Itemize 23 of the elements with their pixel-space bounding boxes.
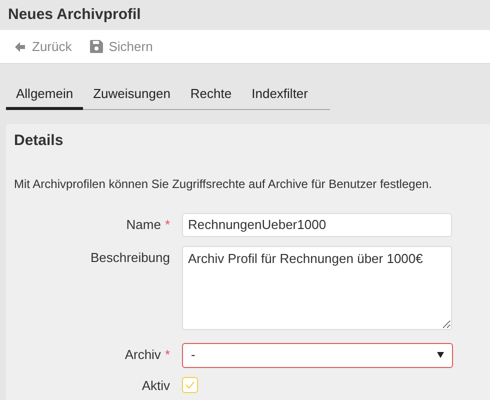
tab[interactable]: Zuweisungen: [83, 80, 180, 110]
toolbar-button[interactable]: Sichern: [90, 36, 153, 56]
panel-title: Details: [14, 131, 64, 151]
required-mark: *: [164, 346, 170, 364]
arrow-left-icon: [14, 40, 26, 52]
field-label: Beschreibung: [90, 248, 170, 267]
tab[interactable]: Rechte: [180, 80, 242, 110]
field-label: Archiv: [124, 346, 161, 364]
tab[interactable]: Allgemein: [6, 80, 84, 110]
required-mark: *: [164, 216, 170, 234]
caret-icon: [437, 352, 444, 358]
name-field[interactable]: RechnungenUeber1000: [182, 212, 452, 236]
save-icon: [90, 40, 103, 53]
archive-select[interactable]: -: [182, 342, 453, 368]
field-label: Name: [126, 216, 161, 234]
panel-description: Mit Archivprofilen können Sie Zugriffsrechte auf Archive für Benutzer festlegen.: [14, 176, 433, 192]
toolbar-button[interactable]: Zurück: [14, 36, 72, 56]
window-title: Neues Archivprofil: [8, 4, 141, 25]
field-label: Aktiv: [142, 376, 170, 394]
tab[interactable]: Indexfilter: [242, 80, 318, 110]
description-field[interactable]: Archiv Profil für Rechnungen über 1000€: [182, 246, 452, 330]
checkmark-icon: [185, 381, 195, 390]
active-checkbox[interactable]: [182, 377, 198, 394]
